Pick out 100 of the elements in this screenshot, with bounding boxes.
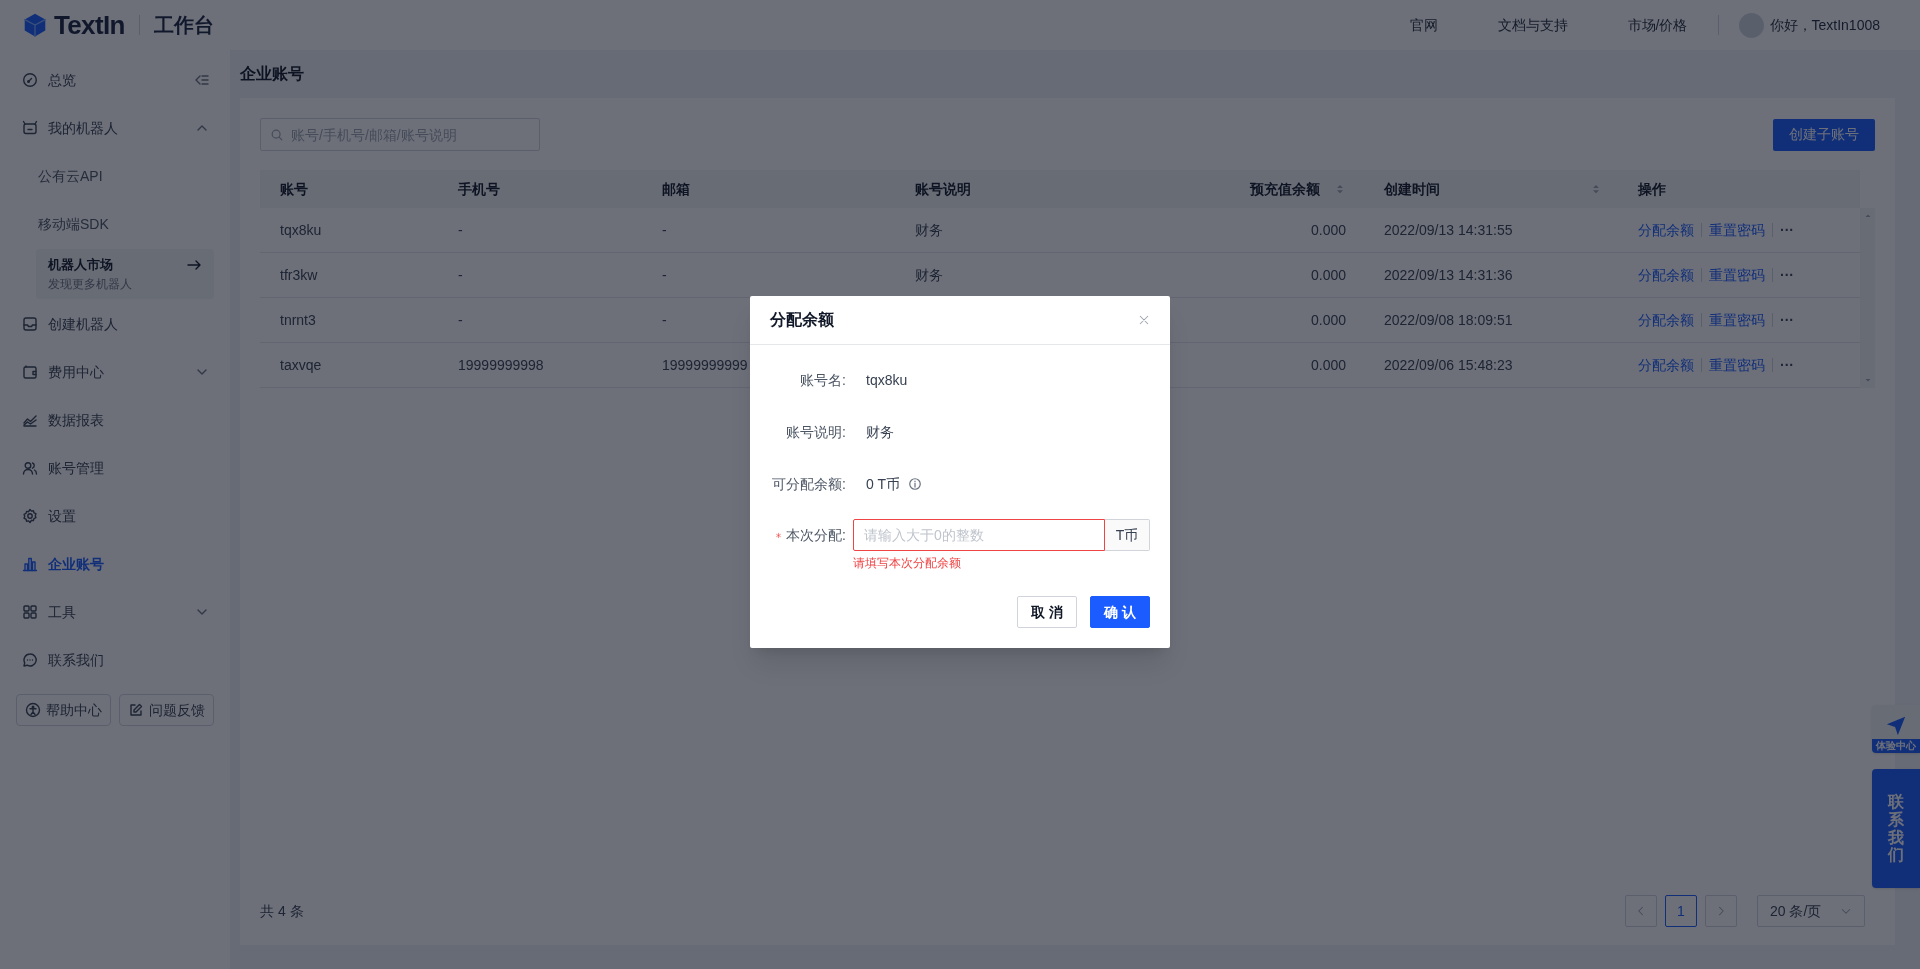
action-link[interactable]: 分配余额 bbox=[1638, 219, 1694, 241]
info-icon bbox=[908, 477, 922, 491]
table-cell-text: 2022/09/13 14:31:36 bbox=[1384, 265, 1513, 285]
action-link[interactable]: 分配余额 bbox=[1638, 354, 1694, 376]
field-label: 账号说明: bbox=[785, 422, 846, 442]
caret-down-icon bbox=[1863, 376, 1872, 384]
table-cell-text: - bbox=[458, 310, 463, 330]
action-link[interactable]: 分配余额 bbox=[1638, 264, 1694, 286]
caret-up-icon bbox=[1863, 212, 1872, 220]
next-page-button[interactable] bbox=[1705, 895, 1737, 927]
column-header: 手机号 bbox=[458, 179, 500, 199]
field-label: 可分配余额: bbox=[771, 474, 846, 494]
confirm-button[interactable]: 确 认 bbox=[1090, 596, 1150, 628]
previous-page-button[interactable] bbox=[1625, 895, 1657, 927]
total-count: 共 4 条 bbox=[260, 901, 304, 921]
sidebar-item[interactable]: 企业账号 bbox=[12, 540, 218, 588]
close-icon bbox=[1138, 314, 1150, 326]
user-greeting[interactable]: 你好，TextIn1008 bbox=[1769, 14, 1880, 36]
more-actions-link[interactable]: ··· bbox=[1780, 309, 1794, 331]
sidebar-item[interactable]: 我的机器人 bbox=[12, 104, 218, 152]
more-actions-link[interactable]: ··· bbox=[1780, 264, 1794, 286]
sidebar-item[interactable]: 账号管理 bbox=[12, 444, 218, 492]
sidebar-item[interactable]: 联系我们 bbox=[12, 636, 218, 684]
table-cell-text: tnrnt3 bbox=[280, 310, 316, 330]
column-header: 账号说明 bbox=[915, 179, 971, 199]
nav-link[interactable]: 市场/价格 bbox=[1627, 14, 1688, 36]
action-link[interactable]: 重置密码 bbox=[1709, 264, 1765, 286]
accessibility-icon bbox=[25, 702, 41, 718]
table-cell-text: 0.000 bbox=[1310, 220, 1346, 240]
paper-plane-icon bbox=[1885, 715, 1907, 737]
table-cell-text: 0.000 bbox=[1310, 310, 1346, 330]
sidebar-item[interactable]: 数据报表 bbox=[12, 396, 218, 444]
contact-us-tab[interactable]: 联系我们 bbox=[1872, 769, 1920, 888]
nav-link[interactable]: 文档与支持 bbox=[1497, 14, 1568, 36]
field-value: 0 T币 bbox=[866, 474, 900, 494]
sort-icon bbox=[1590, 183, 1602, 195]
edit-icon bbox=[128, 702, 144, 718]
action-link[interactable]: 分配余额 bbox=[1638, 309, 1694, 331]
modal-title: 分配余额 bbox=[770, 310, 834, 330]
experience-center-widget[interactable]: 体验中心 bbox=[1872, 705, 1920, 753]
sidebar-item[interactable]: 费用中心 bbox=[12, 348, 218, 396]
nav-link[interactable]: 官网 bbox=[1409, 14, 1438, 36]
action-link[interactable]: 重置密码 bbox=[1709, 219, 1765, 241]
more-actions-link[interactable]: ··· bbox=[1780, 354, 1794, 376]
settings-icon bbox=[22, 508, 38, 524]
logo-text: TextIn bbox=[54, 8, 125, 42]
robot-icon bbox=[22, 120, 38, 136]
bar-chart-icon bbox=[22, 556, 38, 572]
footer-button[interactable]: 问题反馈 bbox=[119, 694, 214, 726]
chat-bubble-icon bbox=[22, 652, 38, 668]
grid-icon bbox=[22, 604, 38, 620]
page-button[interactable]: 1 bbox=[1665, 895, 1697, 927]
field-label: 本次分配: bbox=[786, 525, 846, 545]
sidebar-item[interactable]: 创建机器人 bbox=[12, 300, 218, 348]
error-message: 请填写本次分配余额 bbox=[853, 555, 961, 572]
column-header: 预充值余额 bbox=[1250, 179, 1320, 199]
sidebar-item[interactable]: 总览 bbox=[12, 56, 218, 104]
product-title: 工作台 bbox=[153, 13, 214, 38]
table-cell-text: 2022/09/13 14:31:55 bbox=[1384, 220, 1513, 240]
submenu-item[interactable]: 公有云API bbox=[12, 152, 218, 200]
cube-logo-icon bbox=[22, 12, 48, 38]
table-cell-text: - bbox=[662, 310, 667, 330]
table-cell-text: - bbox=[662, 220, 667, 240]
promo-title: 机器人市场 bbox=[48, 256, 113, 275]
table-cell-text: 0.000 bbox=[1310, 355, 1346, 375]
field-label: 账号名: bbox=[799, 370, 846, 390]
cancel-button[interactable]: 取 消 bbox=[1017, 596, 1078, 628]
column-header: 创建时间 bbox=[1384, 179, 1440, 199]
table-cell-text: - bbox=[458, 265, 463, 285]
sidebar-item[interactable]: 设置 bbox=[12, 492, 218, 540]
scrollbar[interactable] bbox=[1860, 208, 1875, 388]
action-link[interactable]: 重置密码 bbox=[1709, 354, 1765, 376]
table-cell-text: 19999999998 bbox=[458, 355, 544, 375]
table-cell-text: tfr3kw bbox=[280, 265, 318, 285]
table-cell-text: - bbox=[458, 220, 463, 240]
create-account-button[interactable]: 创建子账号 bbox=[1773, 118, 1875, 151]
search-icon bbox=[270, 128, 284, 142]
page-title: 企业账号 bbox=[240, 64, 305, 84]
sort-icon bbox=[1334, 183, 1346, 195]
wallet-icon bbox=[22, 364, 38, 380]
column-header: 操作 bbox=[1638, 179, 1666, 199]
footer-button[interactable]: 帮助中心 bbox=[16, 694, 111, 726]
action-link[interactable]: 重置密码 bbox=[1709, 309, 1765, 331]
table-cell-text: - bbox=[662, 265, 667, 285]
table-cell-text: 财务 bbox=[915, 265, 943, 285]
table-cell-text: 19999999999 bbox=[662, 355, 748, 375]
collapse-menu-icon bbox=[194, 72, 210, 88]
more-actions-link[interactable]: ··· bbox=[1780, 219, 1794, 241]
table-cell-text: tqx8ku bbox=[280, 220, 322, 240]
table-cell-text: taxvqe bbox=[280, 355, 322, 375]
gauge-icon bbox=[22, 72, 38, 88]
amount-input-field[interactable]: 请输入大于0的整数 bbox=[853, 519, 1105, 551]
column-header: 账号 bbox=[280, 179, 308, 199]
submenu-item[interactable]: 移动端SDK bbox=[12, 200, 218, 248]
page-size-select[interactable]: 20 条/页 bbox=[1757, 895, 1865, 927]
table-cell-text: 2022/09/06 15:48:23 bbox=[1384, 355, 1513, 375]
unit-addon: T币 bbox=[1105, 519, 1150, 551]
table-cell-text: 0.000 bbox=[1310, 265, 1346, 285]
sidebar-item[interactable]: 工具 bbox=[12, 588, 218, 636]
inbox-icon bbox=[22, 316, 38, 332]
